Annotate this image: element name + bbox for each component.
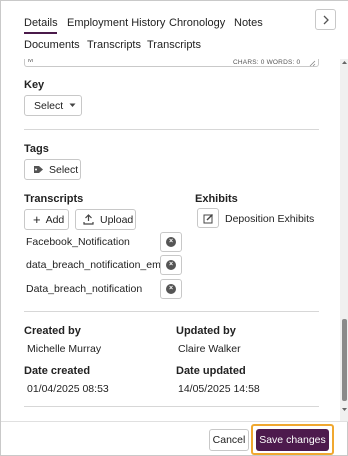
close-circle-icon: × — [166, 260, 176, 270]
transcript-item[interactable]: data_breach_notification_email — [26, 259, 171, 271]
save-changes-button[interactable]: Save changes — [256, 429, 329, 451]
next-tabs-button[interactable] — [315, 9, 336, 30]
scroll-down-icon[interactable] — [341, 406, 348, 413]
created-by-label: Created by — [24, 325, 81, 337]
tab-bar: Details Employment History Chronology No… — [1, 1, 348, 59]
updated-by-value: Claire Walker — [178, 343, 241, 355]
exhibits-label: Exhibits — [195, 193, 238, 205]
upload-transcript-button[interactable]: Upload — [75, 209, 136, 230]
tab-details[interactable]: Details — [24, 17, 58, 29]
date-created-label: Date created — [24, 365, 91, 377]
date-updated-value: 14/05/2025 14:58 — [178, 383, 260, 395]
tab-notes[interactable]: Notes — [234, 17, 263, 29]
date-created-value: 01/04/2025 08:53 — [27, 383, 109, 395]
upload-transcript-label: Upload — [100, 213, 134, 226]
upload-icon — [83, 214, 94, 225]
remove-transcript-button[interactable]: × — [160, 255, 182, 275]
textarea-label-fragment: M — [28, 59, 33, 64]
scrollbar-thumb[interactable] — [342, 319, 347, 401]
updated-by-label: Updated by — [176, 325, 236, 337]
date-updated-label: Date updated — [176, 365, 246, 377]
scroll-up-icon[interactable] — [341, 59, 348, 66]
tags-label: Tags — [24, 143, 49, 155]
edit-exhibits-button[interactable] — [197, 208, 219, 228]
caret-down-icon — [69, 103, 76, 107]
divider — [24, 311, 319, 312]
divider — [24, 129, 319, 130]
key-select[interactable]: Select — [24, 95, 82, 116]
tab-employment-history[interactable]: Employment History — [67, 17, 165, 29]
divider — [24, 406, 319, 407]
close-circle-icon: × — [166, 237, 176, 247]
remove-transcript-button[interactable]: × — [160, 232, 182, 252]
key-select-value: Select — [34, 99, 64, 112]
resize-handle-icon — [309, 60, 316, 67]
tab-documents[interactable]: Documents — [24, 39, 80, 51]
char-word-counter: CHARS: 0 WORDS: 0 — [233, 59, 301, 66]
key-label: Key — [24, 79, 45, 91]
remove-transcript-button[interactable]: × — [160, 279, 182, 299]
plus-icon: + — [33, 211, 41, 227]
created-by-value: Michelle Murray — [27, 343, 102, 355]
edit-icon — [203, 213, 213, 223]
active-tab-indicator — [24, 32, 57, 34]
close-circle-icon: × — [166, 284, 176, 294]
tab-transcripts-2[interactable]: Transcripts — [147, 39, 201, 51]
tags-select-button[interactable]: Select — [24, 159, 81, 180]
tag-icon — [34, 166, 43, 173]
transcript-item[interactable]: Data_breach_notification — [26, 283, 142, 295]
transcripts-label: Transcripts — [24, 193, 84, 205]
deposition-exhibits-link[interactable]: Deposition Exhibits — [225, 213, 314, 225]
tab-transcripts[interactable]: Transcripts — [87, 39, 141, 51]
tab-chronology[interactable]: Chronology — [169, 17, 225, 29]
chevron-right-icon — [323, 15, 329, 24]
transcript-item[interactable]: Facebook_Notification — [26, 236, 130, 248]
tags-select-label: Select — [49, 163, 79, 176]
details-panel: Details Employment History Chronology No… — [0, 0, 348, 456]
details-content: M CHARS: 0 WORDS: 0 Key Select Tags Sele… — [1, 59, 339, 421]
add-transcript-button[interactable]: + Add — [24, 209, 69, 230]
cancel-button[interactable]: Cancel — [209, 429, 249, 451]
add-transcript-label: Add — [45, 213, 65, 226]
footer-divider — [1, 421, 348, 422]
